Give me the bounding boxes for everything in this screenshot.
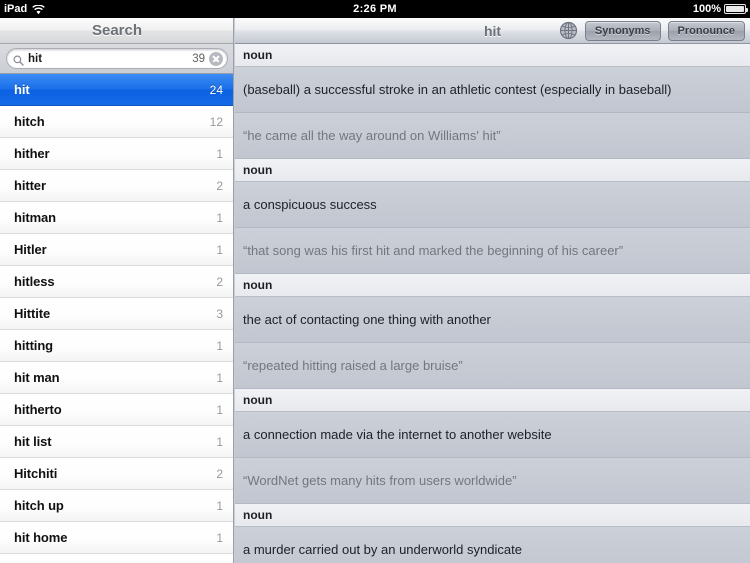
- word-list-item[interactable]: hit home 1: [0, 522, 233, 554]
- word-list-item-label: hitman: [14, 210, 57, 225]
- definition-row: (baseball) a successful stroke in an ath…: [235, 67, 750, 113]
- word-list-item-label: Hitler: [14, 242, 47, 257]
- word-list-item-label: hitch up: [14, 498, 64, 513]
- word-list-item-count: 2: [216, 274, 223, 289]
- word-list-item-label: hit man: [14, 370, 60, 385]
- word-list-item[interactable]: hitch up 1: [0, 490, 233, 522]
- example-quote-row: “that song was his first hit and marked …: [235, 228, 750, 274]
- word-list-item-count: 1: [216, 530, 223, 545]
- word-list-item-label: hitting: [14, 338, 54, 353]
- definition-row: the act of contacting one thing with ano…: [235, 297, 750, 343]
- word-list-item[interactable]: hither 1: [0, 138, 233, 170]
- battery-icon: [724, 4, 748, 14]
- word-list-item-count: 12: [209, 114, 223, 129]
- word-list-item-label: hit home: [14, 530, 68, 545]
- word-list-item-count: 1: [216, 370, 223, 385]
- example-quote-row: “WordNet gets many hits from users world…: [235, 458, 750, 504]
- part-of-speech-row: noun: [235, 44, 750, 67]
- definition-row: a conspicuous success: [235, 182, 750, 228]
- word-list-item[interactable]: hitman 1: [0, 202, 233, 234]
- word-list-item-label: hither: [14, 146, 50, 161]
- globe-icon[interactable]: [559, 21, 578, 40]
- search-bar: hit 39: [0, 44, 233, 74]
- word-list-item[interactable]: Hittite 3: [0, 298, 233, 330]
- definition-panel: hit Synonyms Pronounce noun (baseball) a …: [235, 18, 750, 563]
- search-input[interactable]: hit 39: [6, 48, 228, 69]
- word-list-item[interactable]: hit list 1: [0, 426, 233, 458]
- word-list-item-label: hitherto: [14, 402, 62, 417]
- toolbar-actions: Synonyms Pronounce: [559, 20, 745, 41]
- part-of-speech-row: noun: [235, 159, 750, 182]
- search-panel-toolbar: Search: [0, 18, 233, 44]
- part-of-speech-row: noun: [235, 274, 750, 297]
- status-bar-time: 2:26 PM: [353, 3, 397, 15]
- definition-list[interactable]: noun (baseball) a successful stroke in an…: [235, 44, 750, 563]
- word-list-item-count: 1: [216, 338, 223, 353]
- word-list-item-count: 3: [216, 306, 223, 321]
- word-list-item[interactable]: hit 24: [0, 74, 233, 106]
- page-title: Search: [91, 22, 143, 39]
- word-list-item-label: Hittite: [14, 306, 51, 321]
- word-list-item-label: hitch: [14, 114, 45, 129]
- definition-panel-toolbar: hit Synonyms Pronounce: [235, 18, 750, 44]
- word-list-item[interactable]: hitch 12: [0, 106, 233, 138]
- word-list-item-count: 2: [216, 466, 223, 481]
- word-list[interactable]: hit 24 hitch 12 hither 1 hitter 2 hitman 1 Hitler 1…: [0, 74, 233, 562]
- definition-row: a murder carried out by an underworld sy…: [235, 527, 750, 563]
- word-list-item-count: 1: [216, 146, 223, 161]
- word-list-item-label: Hitchiti: [14, 466, 58, 481]
- word-list-item-count: 1: [216, 434, 223, 449]
- word-list-item-count: 1: [216, 402, 223, 417]
- status-bar-right: 100%: [692, 3, 748, 15]
- definition-row: a connection made via the internet to an…: [235, 412, 750, 458]
- search-input-value: hit: [28, 52, 43, 65]
- word-list-item-label: hit: [14, 82, 30, 97]
- battery-percent-label: 100%: [692, 3, 721, 15]
- word-list-item-label: hitless: [14, 274, 55, 289]
- part-of-speech-row: noun: [235, 504, 750, 527]
- word-list-item[interactable]: Hitler 1: [0, 234, 233, 266]
- word-list-item-count: 1: [216, 242, 223, 257]
- word-list-item-count: 2: [216, 178, 223, 193]
- word-list-item[interactable]: hit man 1: [0, 362, 233, 394]
- example-quote-row: “he came all the way around on Williams'…: [235, 113, 750, 159]
- word-list-item[interactable]: hitherto 1: [0, 394, 233, 426]
- ipad-dictionary-app: iPad 2:26 PM 100% Search hit 39 hit 24 h…: [0, 0, 750, 563]
- status-bar: iPad 2:26 PM 100%: [0, 0, 750, 18]
- word-list-item-count: 1: [216, 210, 223, 225]
- example-quote-row: “repeated hitting raised a large bruise”: [235, 343, 750, 389]
- word-list-item[interactable]: hitting 1: [0, 330, 233, 362]
- synonyms-button[interactable]: Synonyms: [584, 20, 661, 41]
- word-list-item[interactable]: hitter 2: [0, 170, 233, 202]
- word-list-item-count: 24: [209, 82, 223, 97]
- clear-icon[interactable]: [209, 51, 223, 66]
- word-list-item[interactable]: hitless 2: [0, 266, 233, 298]
- word-list-item-label: hitter: [14, 178, 46, 193]
- word-list-item[interactable]: Hitchiti 2: [0, 458, 233, 490]
- word-list-item-count: 1: [216, 498, 223, 513]
- word-list-item-label: hit list: [14, 434, 52, 449]
- part-of-speech-row: noun: [235, 389, 750, 412]
- search-result-count: 39: [192, 52, 205, 65]
- pronounce-button[interactable]: Pronounce: [667, 20, 745, 41]
- search-panel: Search hit 39 hit 24 hitch 12 hither 1 hitter 2…: [0, 18, 234, 563]
- search-icon: [13, 53, 24, 66]
